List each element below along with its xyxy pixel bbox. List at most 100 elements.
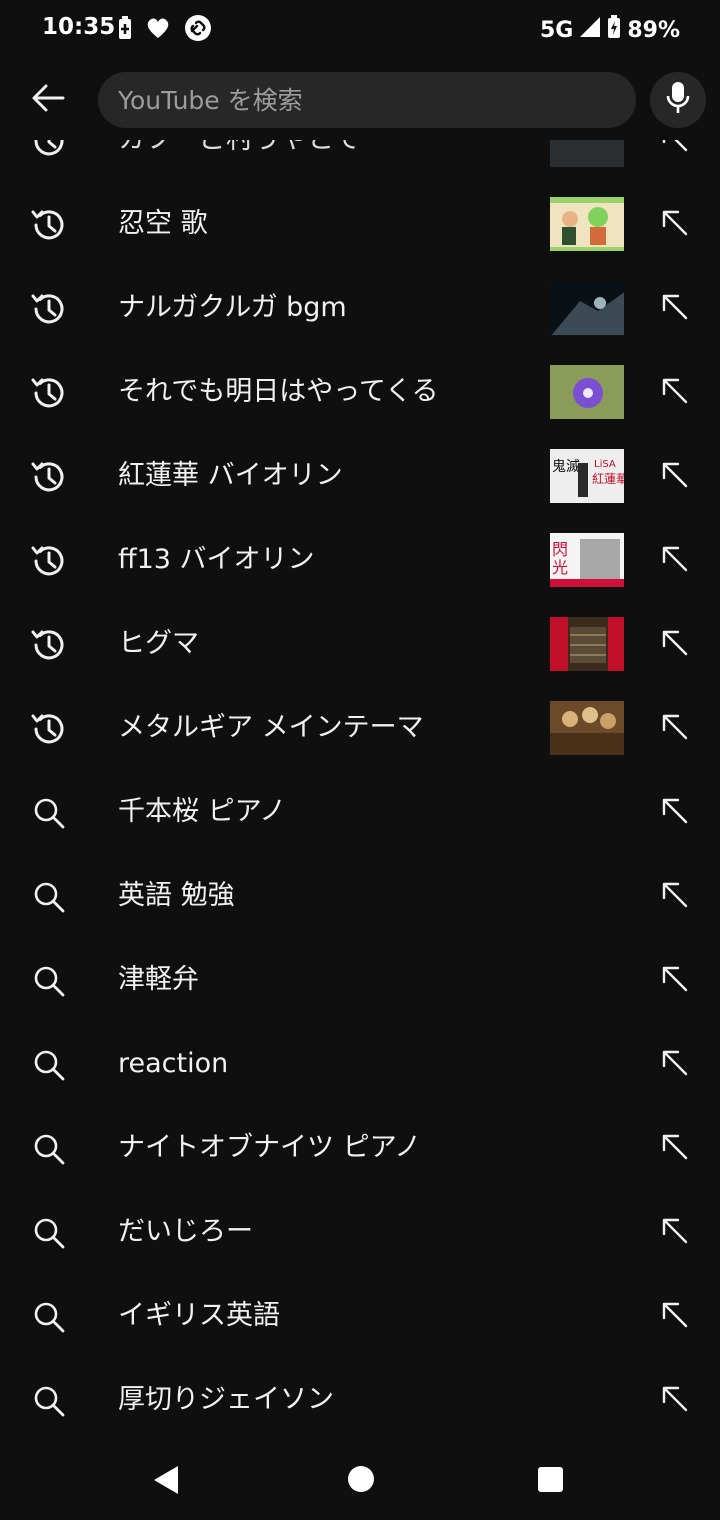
arrow-up-left-icon — [659, 627, 689, 661]
arrow-up-left-icon — [659, 1299, 689, 1333]
svg-text:LiSA: LiSA — [594, 459, 616, 470]
status-bar: 10:35 5G 89% — [0, 0, 720, 60]
arrow-up-left-icon — [659, 1215, 689, 1249]
history-suggestion-row[interactable]: それでも明日はやってくる — [0, 350, 720, 434]
search-icon — [30, 794, 68, 832]
suggestion-thumbnail — [549, 364, 625, 420]
fill-query-button[interactable] — [656, 206, 692, 242]
svg-text:紅蓮華: 紅蓮華 — [592, 472, 625, 486]
history-icon — [30, 290, 68, 328]
suggestion-thumbnail — [549, 196, 625, 252]
arrow-up-left-icon — [659, 795, 689, 829]
fill-query-button[interactable] — [656, 1130, 692, 1166]
arrow-up-left-icon — [659, 459, 689, 493]
suggestion-text: イギリス英語 — [118, 1300, 280, 1331]
arrow-left-icon — [31, 83, 65, 117]
history-suggestion-row[interactable]: ヒグマ — [0, 602, 720, 686]
voice-search-button[interactable] — [650, 72, 706, 128]
suggestion-text: 紅蓮華 バイオリン — [118, 460, 343, 491]
search-suggestion-row[interactable]: だいじろー — [0, 1190, 720, 1274]
suggestion-text: ナルガクルガ bgm — [118, 292, 347, 323]
search-icon — [30, 1046, 68, 1084]
search-icon — [30, 1214, 68, 1252]
history-suggestion-row[interactable]: ナルガクルガ bgm — [0, 266, 720, 350]
fill-query-button[interactable] — [656, 1046, 692, 1082]
suggestion-text: だいじろー — [118, 1216, 253, 1247]
arrow-up-left-icon — [659, 543, 689, 577]
fill-query-button[interactable] — [656, 794, 692, 830]
history-suggestion-row[interactable]: ff13 バイオリン 閃光 — [0, 518, 720, 602]
history-suggestion-row[interactable]: 紅蓮華 バイオリン 鬼滅 LiSA 紅蓮華 — [0, 434, 720, 518]
arrow-up-left-icon — [659, 291, 689, 325]
fill-query-button[interactable] — [656, 878, 692, 914]
suggestion-text: 英語 勉強 — [118, 880, 235, 911]
search-icon — [30, 878, 68, 916]
suggestion-text: メタルギア メインテーマ — [118, 712, 424, 743]
history-suggestion-row[interactable]: 忍空 歌 — [0, 182, 720, 266]
history-icon — [30, 374, 68, 412]
arrow-up-left-icon — [659, 1047, 689, 1081]
fill-query-button[interactable] — [656, 710, 692, 746]
system-nav-bar — [0, 1436, 720, 1520]
fill-query-button[interactable] — [656, 374, 692, 410]
fill-query-button[interactable] — [656, 626, 692, 662]
arrow-up-left-icon — [659, 879, 689, 913]
search-suggestion-row[interactable]: 千本桜 ピアノ — [0, 770, 720, 854]
suggestion-text: reaction — [118, 1048, 229, 1079]
signal-icon — [579, 16, 601, 44]
battery-icon — [607, 15, 621, 45]
suggestion-text: ff13 バイオリン — [118, 544, 315, 575]
heart-icon — [146, 17, 170, 43]
search-suggestion-row[interactable]: 英語 勉強 — [0, 854, 720, 938]
suggestion-list: カフーご村うやとて忍空 歌ナルガクルガ bgmそれでも明日はやってくる紅蓮華 バ… — [0, 98, 720, 1442]
suggestion-thumbnail — [549, 700, 625, 756]
suggestion-thumbnail — [549, 280, 625, 336]
arrow-up-left-icon — [659, 207, 689, 241]
network-label: 5G — [539, 17, 574, 43]
nav-home-button[interactable] — [348, 1466, 374, 1492]
fill-query-button[interactable] — [656, 458, 692, 494]
fill-query-button[interactable] — [656, 1298, 692, 1334]
search-suggestion-row[interactable]: reaction — [0, 1022, 720, 1106]
system-status-icons: 5G 89% — [540, 14, 680, 46]
nav-recents-button[interactable] — [538, 1467, 563, 1492]
status-time: 10:35 — [42, 14, 116, 40]
fill-query-button[interactable] — [656, 542, 692, 578]
search-suggestion-row[interactable]: 津軽弁 — [0, 938, 720, 1022]
search-icon — [30, 1298, 68, 1336]
history-icon — [30, 626, 68, 664]
suggestion-text: 津軽弁 — [118, 964, 199, 995]
arrow-up-left-icon — [659, 963, 689, 997]
battery-saver-icon — [118, 16, 132, 44]
search-suggestion-row[interactable]: イギリス英語 — [0, 1274, 720, 1358]
arrow-up-left-icon — [659, 375, 689, 409]
history-icon — [30, 206, 68, 244]
suggestion-thumbnail: 鬼滅 LiSA 紅蓮華 — [549, 448, 625, 504]
svg-text:閃: 閃 — [552, 540, 568, 559]
arrow-up-left-icon — [659, 711, 689, 745]
suggestion-text: ナイトオブナイツ ピアノ — [118, 1132, 422, 1163]
search-box[interactable] — [98, 72, 636, 128]
search-header — [0, 60, 720, 140]
search-suggestion-row[interactable]: ナイトオブナイツ ピアノ — [0, 1106, 720, 1190]
arrow-up-left-icon — [659, 1131, 689, 1165]
fill-query-button[interactable] — [656, 1382, 692, 1418]
suggestion-text: それでも明日はやってくる — [118, 376, 439, 407]
battery-percent: 89% — [627, 17, 680, 43]
history-icon — [30, 458, 68, 496]
svg-text:光: 光 — [552, 558, 568, 577]
suggestion-text: 千本桜 ピアノ — [118, 796, 287, 827]
fill-query-button[interactable] — [656, 1214, 692, 1250]
history-icon — [30, 542, 68, 580]
suggestion-text: ヒグマ — [118, 628, 199, 659]
search-icon — [30, 1130, 68, 1168]
fill-query-button[interactable] — [656, 962, 692, 998]
suggestion-text: 厚切りジェイソン — [118, 1384, 334, 1415]
search-input[interactable] — [118, 72, 618, 128]
nav-back-button[interactable] — [152, 1464, 180, 1500]
search-suggestion-row[interactable]: 厚切りジェイソン — [0, 1358, 720, 1442]
fill-query-button[interactable] — [656, 290, 692, 326]
search-icon — [30, 962, 68, 1000]
back-button[interactable] — [28, 82, 68, 118]
history-suggestion-row[interactable]: メタルギア メインテーマ — [0, 686, 720, 770]
